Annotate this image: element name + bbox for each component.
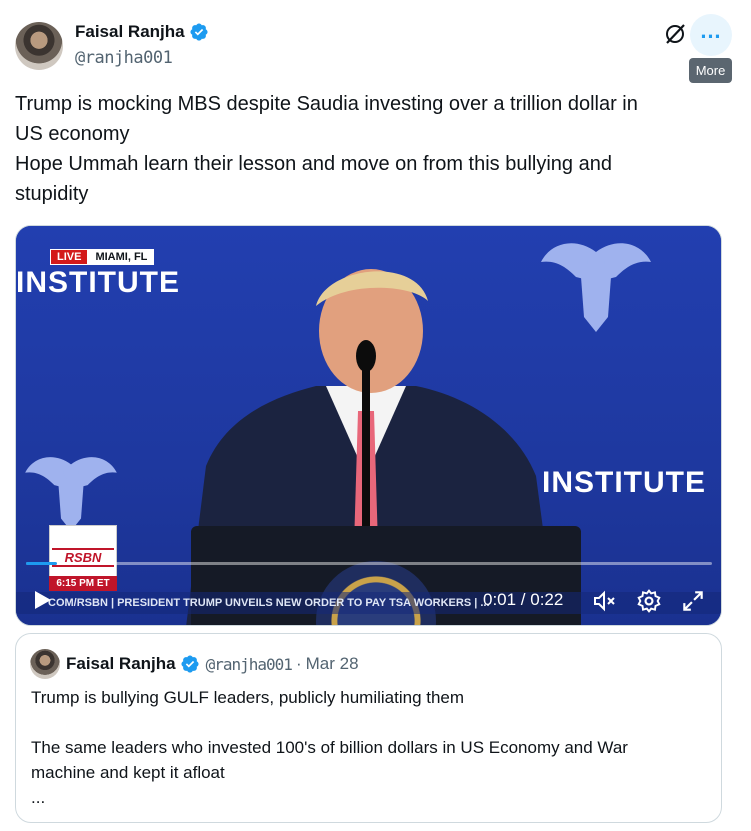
mute-icon[interactable]: [592, 589, 618, 613]
more-button[interactable]: …: [690, 14, 732, 56]
institute-logo-left: INSTITUTE: [16, 266, 180, 299]
location-label: MIAMI, FL: [88, 249, 155, 265]
verified-badge-icon: [190, 23, 208, 41]
tweet-line: Trump is mocking MBS despite Saudia inve…: [15, 93, 638, 115]
play-icon[interactable]: [30, 588, 54, 612]
tweet-text: Trump is mocking MBS despite Saudia inve…: [15, 89, 715, 209]
quoted-header: Faisal Ranjha @ranjha001 · Mar 28: [66, 654, 359, 674]
quoted-line: The same leaders who invested 100's of b…: [31, 738, 628, 757]
tweet-line: Hope Ummah learn their lesson and move o…: [15, 153, 612, 175]
rsbn-time: 6:15 PM ET: [49, 576, 117, 591]
quoted-text: Trump is bullying GULF leaders, publicly…: [31, 685, 711, 810]
live-label: LIVE: [50, 249, 89, 265]
tweet-line: US economy: [15, 123, 130, 145]
video-progress-bar[interactable]: [26, 562, 712, 565]
more-tooltip: More: [689, 58, 732, 83]
video-progress-fill: [26, 562, 57, 565]
quoted-line: Trump is bullying GULF leaders, publicly…: [31, 688, 465, 707]
tweet-line: stupidity: [15, 183, 89, 205]
quoted-author-name: Faisal Ranjha: [66, 654, 176, 673]
quoted-separator: ·: [295, 654, 302, 673]
more-dots-icon: …: [699, 18, 723, 43]
author-handle[interactable]: @ranjha001: [75, 48, 173, 68]
live-badge: LIVE MIAMI, FL: [50, 249, 155, 265]
quoted-date[interactable]: Mar 28: [306, 654, 359, 674]
verified-badge-icon: [181, 655, 199, 673]
author-name-row: Faisal Ranjha: [75, 22, 209, 42]
quoted-line: [31, 710, 711, 735]
video-player[interactable]: LIVE MIAMI, FL INSTITUTE FI INSTITUTE RS…: [15, 225, 722, 626]
quoted-author-avatar: [30, 649, 60, 679]
quoted-tweet[interactable]: Faisal Ranjha @ranjha001 · Mar 28 Trump …: [15, 633, 722, 823]
grok-icon[interactable]: [663, 22, 687, 46]
quoted-author-handle: @ranjha001: [205, 654, 293, 674]
fullscreen-icon[interactable]: [680, 588, 706, 614]
quoted-line: ...: [31, 788, 46, 807]
settings-gear-icon[interactable]: [636, 588, 662, 614]
quoted-line: machine and kept it afloat: [31, 763, 225, 782]
author-avatar[interactable]: [15, 22, 63, 70]
video-time: 0:01 / 0:22: [483, 590, 564, 609]
author-name[interactable]: Faisal Ranjha: [75, 22, 185, 42]
